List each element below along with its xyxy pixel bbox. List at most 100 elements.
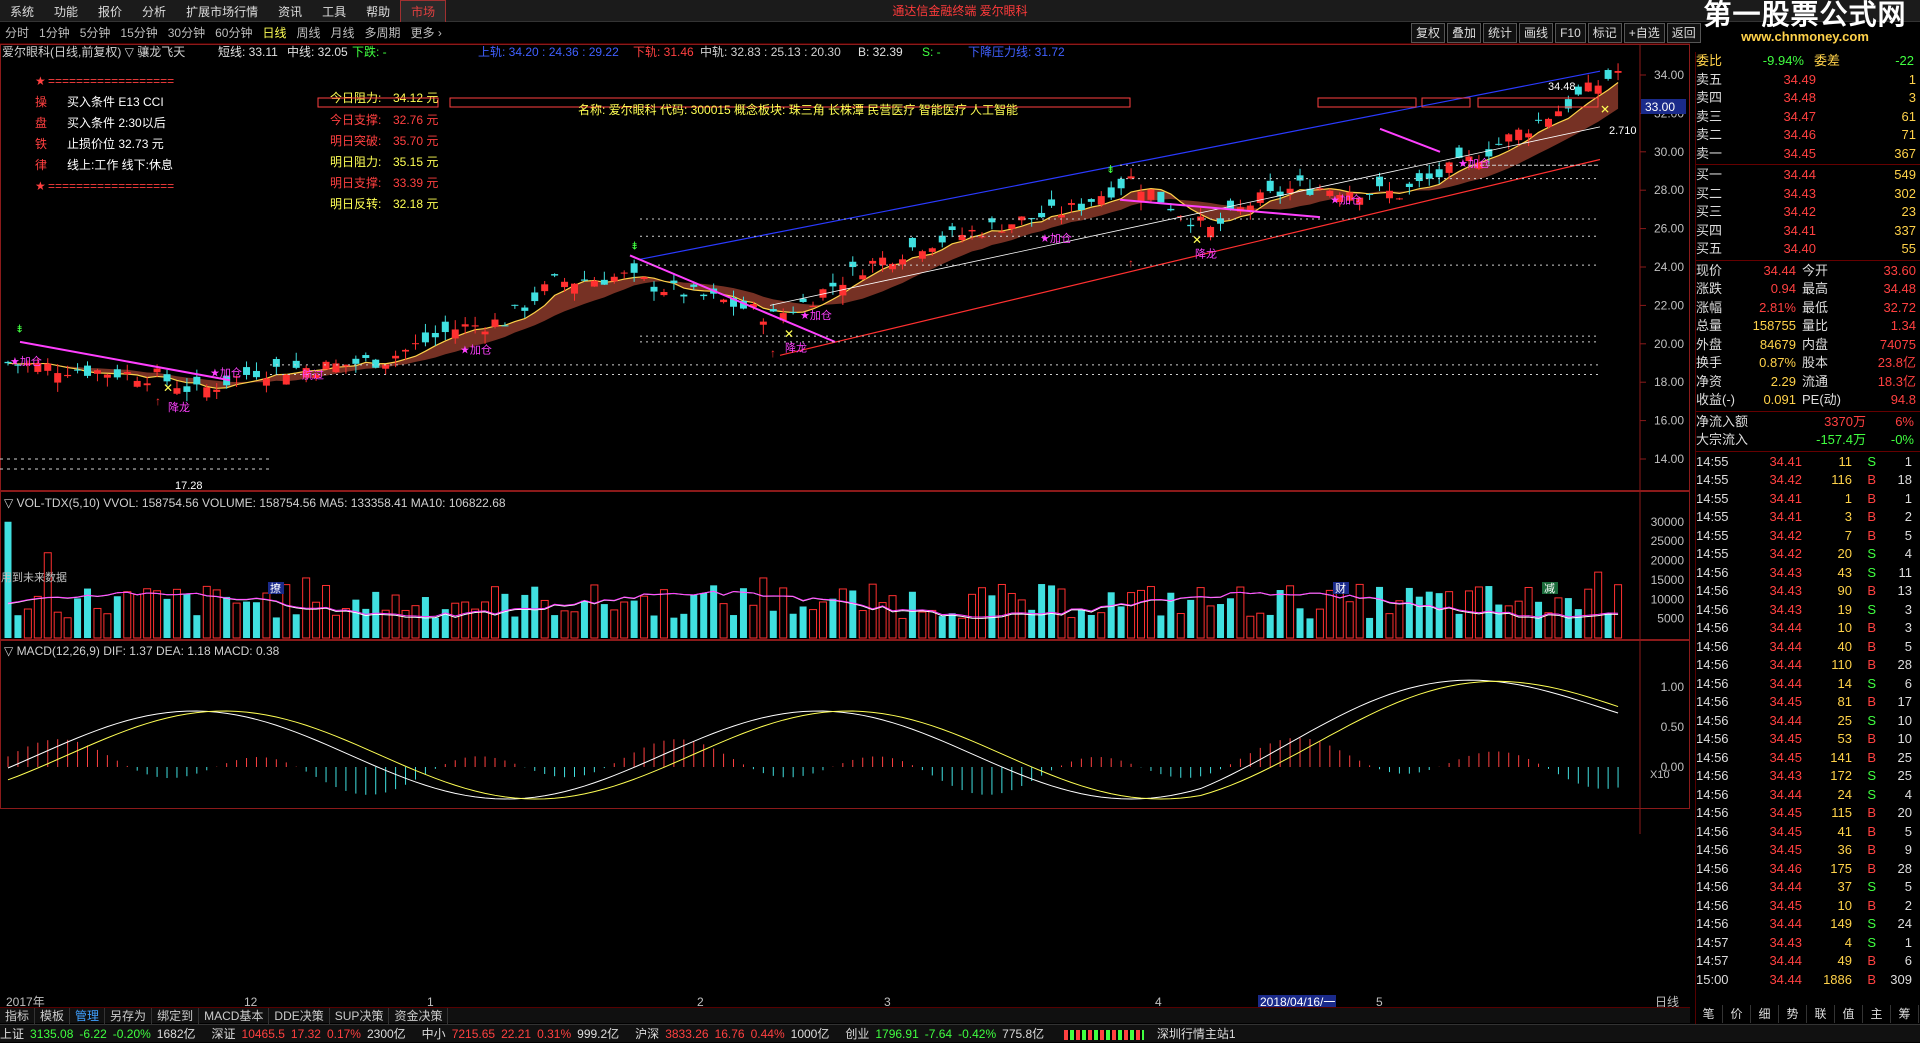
period-week[interactable]: 周线	[291, 22, 325, 44]
tick-row: 14:56 34.45 141 B 25	[1696, 749, 1920, 768]
period-more[interactable]: 更多 ›	[406, 22, 447, 44]
candle-body	[1097, 196, 1105, 205]
buy-row: 买五 34.40 55	[1696, 240, 1920, 259]
tab-price[interactable]: 价	[1723, 1005, 1751, 1023]
candle-body	[272, 359, 280, 367]
tick-vol: 41	[1837, 823, 1852, 839]
vol-bar	[1097, 612, 1106, 639]
index-quote[interactable]: 创业 1796.91 -7.64 -0.42% 775.8亿	[845, 1025, 1050, 1043]
vol-bar	[232, 602, 241, 639]
candle-body	[193, 376, 201, 385]
f10-button[interactable]: F10	[1555, 23, 1586, 43]
tick-count: 1	[1904, 934, 1912, 950]
tab-fund[interactable]: 资金决策	[389, 1008, 449, 1024]
period-day[interactable]: 日线	[257, 22, 291, 44]
index-n: 创业	[845, 1027, 870, 1041]
menu-ext-market[interactable]: 扩展市场行情	[176, 1, 268, 23]
period-15m[interactable]: 15分钟	[115, 22, 162, 44]
tab-save-as[interactable]: 另存为	[105, 1008, 153, 1024]
quote-panel: 委比 -9.94% 委差 -22 卖五 34.49 1 卖四 34.48 3 卖三 34.47…	[1695, 52, 1920, 1042]
vol-bar	[1187, 599, 1195, 638]
tab-trend[interactable]: 势	[1779, 1005, 1807, 1023]
tab-main[interactable]: 主	[1863, 1005, 1891, 1023]
tab-value[interactable]: 值	[1835, 1005, 1863, 1023]
tab-bind-to[interactable]: 绑定到	[152, 1008, 200, 1024]
menu-analysis[interactable]: 分析	[132, 1, 176, 23]
wb-label: 委比	[1696, 53, 1723, 68]
menu-quote[interactable]: 报价	[88, 1, 132, 23]
tab-chips[interactable]: 筹	[1891, 1005, 1919, 1023]
box-val-2: 买入条件 2:30以后	[67, 116, 166, 130]
server-name[interactable]: 深圳行情主站1	[1157, 1025, 1236, 1043]
tab-sup[interactable]: SUP决策	[330, 1008, 390, 1024]
flow-key: 大宗流入	[1696, 432, 1749, 447]
menu-help[interactable]: 帮助	[356, 1, 400, 23]
index-quote[interactable]: 上证 3135.08 -6.22 -0.20% 1682亿	[0, 1025, 202, 1043]
flow-block: 净流入额 3370万 6% 大宗流入 -157.4万 -0%	[1696, 413, 1920, 450]
vol-bar	[710, 585, 718, 638]
tick-side: B	[1867, 490, 1876, 506]
candle-body	[759, 321, 767, 325]
tick-time: 14:56	[1696, 564, 1729, 580]
indicator-tabs: 指标 模板 管理 另存为 绑定到 MACD基本 DDE决策 SUP决策 资金决策	[0, 1007, 1690, 1024]
menu-info[interactable]: 资讯	[268, 1, 312, 23]
tab-dde[interactable]: DDE决策	[269, 1008, 330, 1024]
period-30m[interactable]: 30分钟	[163, 22, 210, 44]
stats-button[interactable]: 统计	[1483, 23, 1518, 43]
vol-bar	[1574, 609, 1582, 638]
tick-price: 34.41	[1769, 490, 1802, 506]
vol-bar	[789, 613, 797, 638]
tab-macd-basic[interactable]: MACD基本	[199, 1008, 270, 1024]
tick-vol: 1	[1844, 490, 1852, 506]
overlay-button[interactable]: 叠加	[1447, 23, 1482, 43]
period-5m[interactable]: 5分钟	[75, 22, 116, 44]
period-1m[interactable]: 1分钟	[34, 22, 75, 44]
kline-chart[interactable]: ★加仓★加仓★加仓★加仓★加仓★加仓★加仓降龙降龙降龙航过↑↑↑✕✕✕✕⇟⇟⇟ …	[0, 44, 1690, 1009]
menu-function[interactable]: 功能	[44, 1, 88, 23]
tab-link[interactable]: 联	[1807, 1005, 1835, 1023]
stat-key: 换手	[1696, 355, 1723, 370]
tick-list[interactable]: 14:55 34.41 11 S 1 14:55 34.42 116 B 18 14:55 34.41…	[1696, 453, 1920, 990]
menu-system[interactable]: 系统	[0, 1, 44, 23]
period-tick[interactable]: 分时	[0, 22, 34, 44]
tab-indicator[interactable]: 指标	[0, 1008, 36, 1024]
wc-value: -22	[1895, 53, 1914, 68]
tick-row: 14:55 34.41 11 S 1	[1696, 453, 1920, 472]
tick-vol: 25	[1837, 712, 1852, 728]
add-watchlist-button[interactable]: +自选	[1623, 23, 1665, 43]
index-quote[interactable]: 沪深 3833.26 16.76 0.44% 1000亿	[635, 1025, 835, 1043]
tab-detail[interactable]: 细	[1751, 1005, 1779, 1023]
index-v: 3833.26	[665, 1027, 709, 1041]
vol-bar	[739, 588, 747, 638]
tick-count: 4	[1904, 786, 1912, 802]
tab-template[interactable]: 模板	[35, 1008, 71, 1024]
candle-body	[252, 370, 260, 378]
tab-trades[interactable]: 笔	[1695, 1005, 1723, 1023]
index-quote[interactable]: 中小 7215.65 22.21 0.31% 999.2亿	[422, 1025, 626, 1043]
tick-time: 14:55	[1696, 490, 1729, 506]
period-month[interactable]: 月线	[326, 22, 360, 44]
menu-market[interactable]: 市场	[400, 0, 447, 24]
index-n: 中小	[421, 1027, 446, 1041]
menu-tools[interactable]: 工具	[312, 1, 356, 23]
tick-side: B	[1867, 749, 1876, 765]
mid-channel-line	[769, 126, 1601, 306]
tick-time: 14:56	[1696, 675, 1729, 691]
candle-body	[1057, 215, 1065, 218]
level-key-5: 明日反转:	[330, 196, 381, 211]
vol-bar	[1107, 592, 1115, 638]
period-60m[interactable]: 60分钟	[210, 22, 257, 44]
vol-bar	[352, 599, 360, 638]
vol-tick: 30000	[1651, 515, 1685, 529]
draw-line-button[interactable]: 画线	[1519, 23, 1554, 43]
restore-rights-button[interactable]: 复权	[1411, 23, 1446, 43]
tick-count: 28	[1897, 860, 1912, 876]
candle-body	[362, 355, 370, 358]
candle-body	[1435, 169, 1443, 178]
index-quote[interactable]: 深证 10465.5 17.32 0.17% 2300亿	[212, 1025, 412, 1043]
mark-button[interactable]: 标记	[1587, 23, 1622, 43]
tick-time: 14:55	[1696, 453, 1729, 469]
bottom-tag-2: 财	[1335, 581, 1346, 595]
tab-manage[interactable]: 管理	[70, 1008, 106, 1024]
period-multi[interactable]: 多周期	[360, 22, 406, 44]
